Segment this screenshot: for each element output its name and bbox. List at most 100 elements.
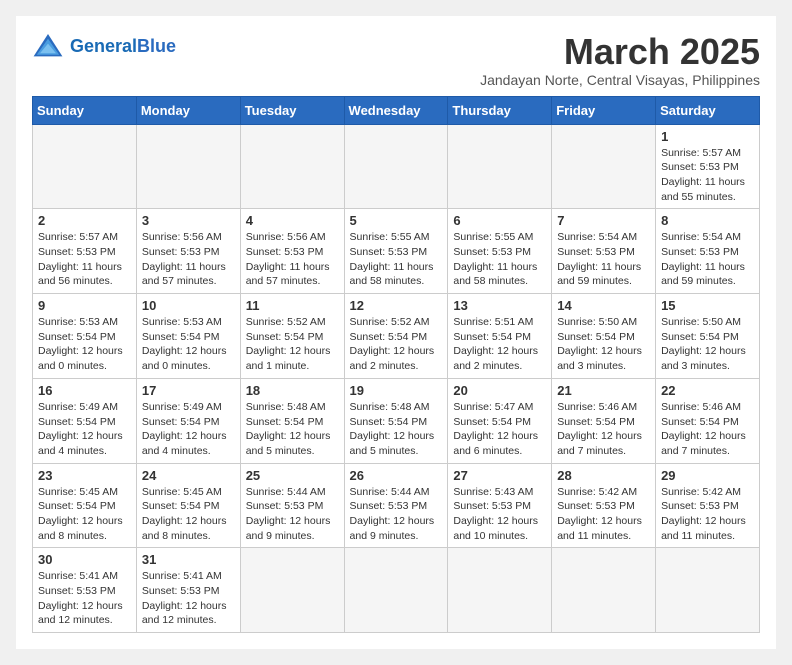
title-block: March 2025 Jandayan Norte, Central Visay… xyxy=(480,32,760,88)
calendar-week-4: 23Sunrise: 5:45 AM Sunset: 5:54 PM Dayli… xyxy=(33,463,760,548)
calendar-cell-3-4: 20Sunrise: 5:47 AM Sunset: 5:54 PM Dayli… xyxy=(448,378,552,463)
logo-text: GeneralBlue xyxy=(70,36,176,57)
calendar-cell-5-0: 30Sunrise: 5:41 AM Sunset: 5:53 PM Dayli… xyxy=(33,548,137,633)
calendar-cell-4-6: 29 Sunrise: 5:42 AM Sunset: 5:53 PM Dayli… xyxy=(656,463,760,548)
calendar-cell-4-1: 24Sunrise: 5:45 AM Sunset: 5:54 PM Dayli… xyxy=(136,463,240,548)
calendar-week-5: 30Sunrise: 5:41 AM Sunset: 5:53 PM Dayli… xyxy=(33,548,760,633)
calendar-cell-4-5: 28 Sunrise: 5:42 AM Sunset: 5:53 PM Dayli… xyxy=(552,463,656,548)
calendar-cell-0-5 xyxy=(552,124,656,209)
day-info: Sunrise: 5:53 AM Sunset: 5:54 PM Dayligh… xyxy=(38,315,131,374)
day-number: 7 xyxy=(557,213,650,228)
calendar-cell-0-3 xyxy=(344,124,448,209)
weekday-sunday: Sunday xyxy=(33,96,137,124)
day-info: Sunrise: 5:44 AM Sunset: 5:53 PM Dayligh… xyxy=(246,485,339,544)
calendar-cell-0-4 xyxy=(448,124,552,209)
day-number: 27 xyxy=(453,468,546,483)
day-info: Sunrise: 5:52 AM Sunset: 5:54 PM Dayligh… xyxy=(246,315,339,374)
day-number: 19 xyxy=(350,383,443,398)
day-info: Sunrise: 5:53 AM Sunset: 5:54 PM Dayligh… xyxy=(142,315,235,374)
calendar-cell-1-2: 4 Sunrise: 5:56 AM Sunset: 5:53 PM Daylig… xyxy=(240,209,344,294)
day-number: 21 xyxy=(557,383,650,398)
calendar-cell-2-5: 14 Sunrise: 5:50 AM Sunset: 5:54 PM Dayli… xyxy=(552,294,656,379)
day-number: 10 xyxy=(142,298,235,313)
header: GeneralBlue March 2025 Jandayan Norte, C… xyxy=(32,32,760,88)
calendar-cell-3-2: 18 Sunrise: 5:48 AM Sunset: 5:54 PM Dayli… xyxy=(240,378,344,463)
day-number: 18 xyxy=(246,383,339,398)
month-title: March 2025 xyxy=(480,32,760,72)
day-info: Sunrise: 5:52 AM Sunset: 5:54 PM Dayligh… xyxy=(350,315,443,374)
calendar-cell-5-4 xyxy=(448,548,552,633)
day-info: Sunrise: 5:46 AM Sunset: 5:54 PM Dayligh… xyxy=(557,400,650,459)
calendar-cell-5-2 xyxy=(240,548,344,633)
day-number: 12 xyxy=(350,298,443,313)
calendar-cell-3-5: 21 Sunrise: 5:46 AM Sunset: 5:54 PM Dayli… xyxy=(552,378,656,463)
day-number: 4 xyxy=(246,213,339,228)
calendar: Sunday Monday Tuesday Wednesday Thursday… xyxy=(32,96,760,634)
day-info: Sunrise: 5:51 AM Sunset: 5:54 PM Dayligh… xyxy=(453,315,546,374)
day-info: Sunrise: 5:50 AM Sunset: 5:54 PM Dayligh… xyxy=(661,315,754,374)
day-info: Sunrise: 5:42 AM Sunset: 5:53 PM Dayligh… xyxy=(557,485,650,544)
calendar-cell-3-6: 22Sunrise: 5:46 AM Sunset: 5:54 PM Dayli… xyxy=(656,378,760,463)
weekday-monday: Monday xyxy=(136,96,240,124)
day-number: 24 xyxy=(142,468,235,483)
weekday-friday: Friday xyxy=(552,96,656,124)
day-number: 8 xyxy=(661,213,754,228)
weekday-wednesday: Wednesday xyxy=(344,96,448,124)
day-info: Sunrise: 5:49 AM Sunset: 5:54 PM Dayligh… xyxy=(142,400,235,459)
calendar-header: Sunday Monday Tuesday Wednesday Thursday… xyxy=(33,96,760,124)
day-number: 1 xyxy=(661,129,754,144)
calendar-cell-0-2 xyxy=(240,124,344,209)
day-number: 29 xyxy=(661,468,754,483)
day-number: 16 xyxy=(38,383,131,398)
day-number: 25 xyxy=(246,468,339,483)
subtitle: Jandayan Norte, Central Visayas, Philipp… xyxy=(480,72,760,88)
day-info: Sunrise: 5:42 AM Sunset: 5:53 PM Dayligh… xyxy=(661,485,754,544)
day-info: Sunrise: 5:50 AM Sunset: 5:54 PM Dayligh… xyxy=(557,315,650,374)
calendar-cell-0-6: 1Sunrise: 5:57 AM Sunset: 5:53 PM Daylig… xyxy=(656,124,760,209)
day-info: Sunrise: 5:44 AM Sunset: 5:53 PM Dayligh… xyxy=(350,485,443,544)
calendar-cell-4-2: 25 Sunrise: 5:44 AM Sunset: 5:53 PM Dayli… xyxy=(240,463,344,548)
day-number: 28 xyxy=(557,468,650,483)
day-info: Sunrise: 5:45 AM Sunset: 5:54 PM Dayligh… xyxy=(38,485,131,544)
calendar-body: 1 Sunrise: 5:57 AM Sunset: 5:53 PM Daylig… xyxy=(33,124,760,633)
day-number: 9 xyxy=(38,298,131,313)
day-number: 30 xyxy=(38,552,131,567)
calendar-cell-1-3: 5Sunrise: 5:55 AM Sunset: 5:53 PM Daylig… xyxy=(344,209,448,294)
day-info: Sunrise: 5:56 AM Sunset: 5:53 PM Dayligh… xyxy=(246,230,339,289)
calendar-cell-3-0: 16Sunrise: 5:49 AM Sunset: 5:54 PM Dayli… xyxy=(33,378,137,463)
calendar-week-1: 2 Sunrise: 5:57 AM Sunset: 5:53 PM Daylig… xyxy=(33,209,760,294)
calendar-cell-5-6 xyxy=(656,548,760,633)
day-info: Sunrise: 5:55 AM Sunset: 5:53 PM Dayligh… xyxy=(350,230,443,289)
day-info: Sunrise: 5:55 AM Sunset: 5:53 PM Dayligh… xyxy=(453,230,546,289)
weekday-tuesday: Tuesday xyxy=(240,96,344,124)
day-info: Sunrise: 5:48 AM Sunset: 5:54 PM Dayligh… xyxy=(350,400,443,459)
calendar-week-0: 1Sunrise: 5:57 AM Sunset: 5:53 PM Daylig… xyxy=(33,124,760,209)
day-info: Sunrise: 5:56 AM Sunset: 5:53 PM Dayligh… xyxy=(142,230,235,289)
day-number: 11 xyxy=(246,298,339,313)
weekday-row: Sunday Monday Tuesday Wednesday Thursday… xyxy=(33,96,760,124)
calendar-cell-1-5: 7 Sunrise: 5:54 AM Sunset: 5:53 PM Daylig… xyxy=(552,209,656,294)
calendar-cell-2-0: 9 Sunrise: 5:53 AM Sunset: 5:54 PM Daylig… xyxy=(33,294,137,379)
day-number: 15 xyxy=(661,298,754,313)
day-number: 22 xyxy=(661,383,754,398)
day-number: 20 xyxy=(453,383,546,398)
day-number: 14 xyxy=(557,298,650,313)
calendar-cell-2-3: 12 Sunrise: 5:52 AM Sunset: 5:54 PM Dayli… xyxy=(344,294,448,379)
calendar-cell-2-1: 10 Sunrise: 5:53 AM Sunset: 5:54 PM Dayli… xyxy=(136,294,240,379)
calendar-cell-5-5 xyxy=(552,548,656,633)
page: GeneralBlue March 2025 Jandayan Norte, C… xyxy=(16,16,776,649)
calendar-cell-2-6: 15 Sunrise: 5:50 AM Sunset: 5:54 PM Dayli… xyxy=(656,294,760,379)
logo-blue-text: Blue xyxy=(137,36,176,56)
day-number: 2 xyxy=(38,213,131,228)
logo-icon xyxy=(32,32,64,60)
calendar-week-3: 16 Sunrise: 5:49 AM Sunset: 5:54 PM Dayli… xyxy=(33,378,760,463)
day-info: Sunrise: 5:54 AM Sunset: 5:53 PM Dayligh… xyxy=(661,230,754,289)
logo: GeneralBlue xyxy=(32,32,176,60)
day-info: Sunrise: 5:48 AM Sunset: 5:54 PM Dayligh… xyxy=(246,400,339,459)
calendar-cell-0-0 xyxy=(33,124,137,209)
day-number: 13 xyxy=(453,298,546,313)
calendar-cell-5-1: 31Sunrise: 5:41 AM Sunset: 5:53 PM Dayli… xyxy=(136,548,240,633)
day-info: Sunrise: 5:54 AM Sunset: 5:53 PM Dayligh… xyxy=(557,230,650,289)
calendar-cell-1-1: 3Sunrise: 5:56 AM Sunset: 5:53 PM Daylig… xyxy=(136,209,240,294)
day-info: Sunrise: 5:57 AM Sunset: 5:53 PM Dayligh… xyxy=(38,230,131,289)
